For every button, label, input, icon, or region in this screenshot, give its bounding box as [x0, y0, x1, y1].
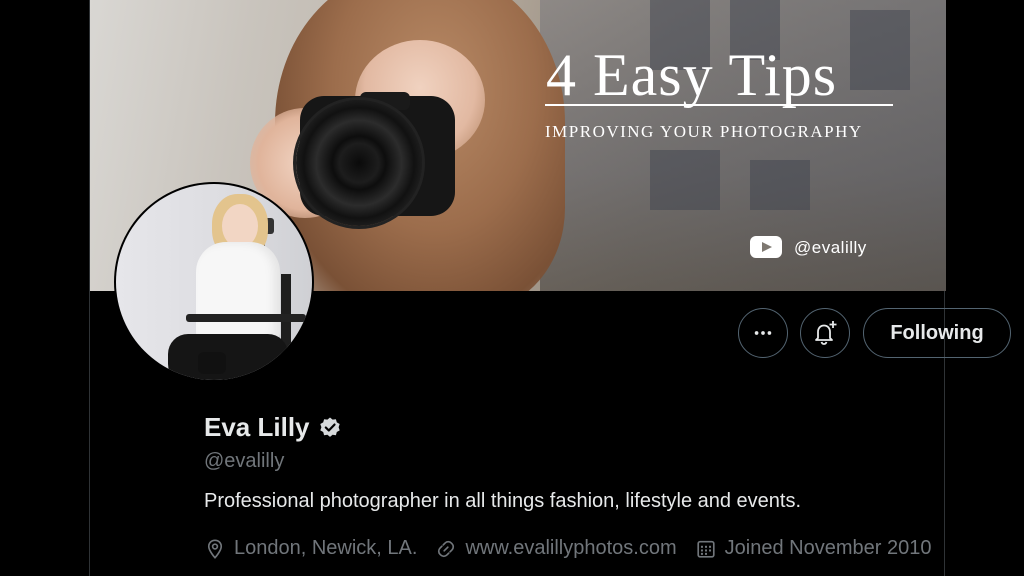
avatar-pants	[168, 334, 288, 380]
link-icon	[438, 540, 455, 557]
banner-subtitle: IMPROVING YOUR PHOTOGRAPHY	[545, 122, 863, 141]
avatar-camera	[198, 352, 226, 374]
more-icon	[754, 331, 772, 335]
following-button[interactable]: Following	[863, 308, 1011, 358]
profile-avatar[interactable]	[114, 182, 314, 382]
banner-title: 4 Easy Tips	[546, 42, 838, 108]
location-item: London, Newick, LA.	[204, 537, 417, 560]
name-row: Eva Lilly	[204, 412, 342, 443]
avatar-chair	[186, 314, 306, 322]
banner-camera-lens	[296, 100, 422, 226]
joined-text: Joined November 2010	[724, 537, 932, 559]
location-pin-icon	[207, 538, 223, 559]
banner-handle: @evalilly	[794, 238, 867, 257]
bell-plus-icon	[815, 321, 837, 345]
avatar-shirt	[196, 242, 280, 342]
profile-bio: Professional photographer in all things …	[204, 490, 802, 512]
profile-meta: London, Newick, LA. www.evalillyphotos.c…	[204, 537, 949, 560]
youtube-icon	[750, 236, 782, 258]
screen: 4 Easy Tips IMPROVING YOUR PHOTOGRAPHY @…	[0, 0, 1024, 576]
banner-window	[650, 150, 720, 210]
banner-window	[750, 160, 810, 210]
website-item[interactable]: www.evalillyphotos.com	[435, 537, 677, 560]
profile-handle: @evalilly	[204, 450, 285, 472]
banner-divider	[545, 104, 893, 106]
verified-badge-icon[interactable]	[318, 416, 342, 440]
location-text: London, Newick, LA.	[234, 537, 418, 559]
more-options-button[interactable]	[738, 308, 788, 358]
calendar-icon	[697, 540, 715, 558]
notifications-button[interactable]	[800, 308, 850, 358]
display-name: Eva Lilly	[204, 412, 310, 442]
joined-item: Joined November 2010	[695, 537, 932, 560]
avatar-photo	[116, 184, 312, 380]
website-link[interactable]: www.evalillyphotos.com	[465, 537, 676, 560]
